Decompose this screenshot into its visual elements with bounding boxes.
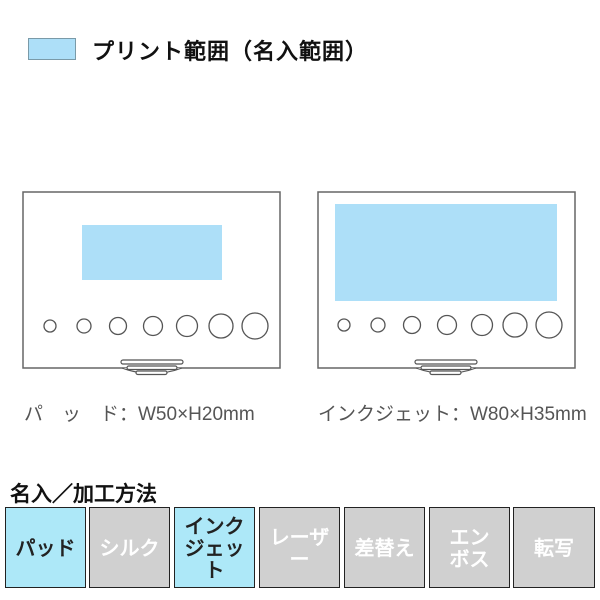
method-label: エン ボス (450, 526, 490, 570)
method-label-line1: レーザー (269, 524, 330, 571)
method-silk[interactable]: シルク (89, 507, 170, 588)
method-transfer[interactable]: 転写 (513, 507, 595, 588)
method-label-line1: インク (184, 513, 245, 538)
method-label: レーザー (260, 526, 339, 570)
device-inkjet-illustration (317, 191, 576, 376)
method-label: インク ジェット (175, 515, 254, 581)
method-label-line1: パッド (15, 535, 76, 560)
method-label: シルク (100, 537, 160, 559)
legend-label: プリント範囲（名入範囲） (92, 40, 369, 65)
method-label-line2: ジェット (184, 535, 245, 582)
inkjet-size-label: インクジェット：W80×H35mm (318, 404, 587, 425)
method-label-line1: エン (449, 524, 490, 549)
method-label-line1: シルク (99, 535, 160, 560)
method-label-line1: 転写 (534, 535, 574, 560)
method-label-line1: 差替え (354, 535, 415, 560)
print-area (82, 225, 222, 280)
slot-tab (414, 359, 478, 376)
method-emboss[interactable]: エン ボス (429, 507, 510, 588)
method-pad[interactable]: パッド (5, 507, 86, 588)
device-pad-illustration (22, 191, 281, 376)
pad-size-label: パ ッ ド：W50×H20mm (24, 404, 255, 425)
method-label-line2: ボス (449, 546, 490, 571)
method-inkjet[interactable]: インク ジェット (174, 507, 255, 588)
method-label: パッド (16, 537, 76, 559)
method-label: 差替え (355, 537, 415, 559)
method-laser[interactable]: レーザー (259, 507, 340, 588)
method-replace[interactable]: 差替え (344, 507, 425, 588)
slot-tab (120, 359, 184, 376)
method-label: 転写 (534, 537, 574, 559)
methods-title: 名入／加工方法 (10, 482, 157, 506)
legend-swatch (28, 38, 76, 60)
print-area (335, 204, 557, 301)
